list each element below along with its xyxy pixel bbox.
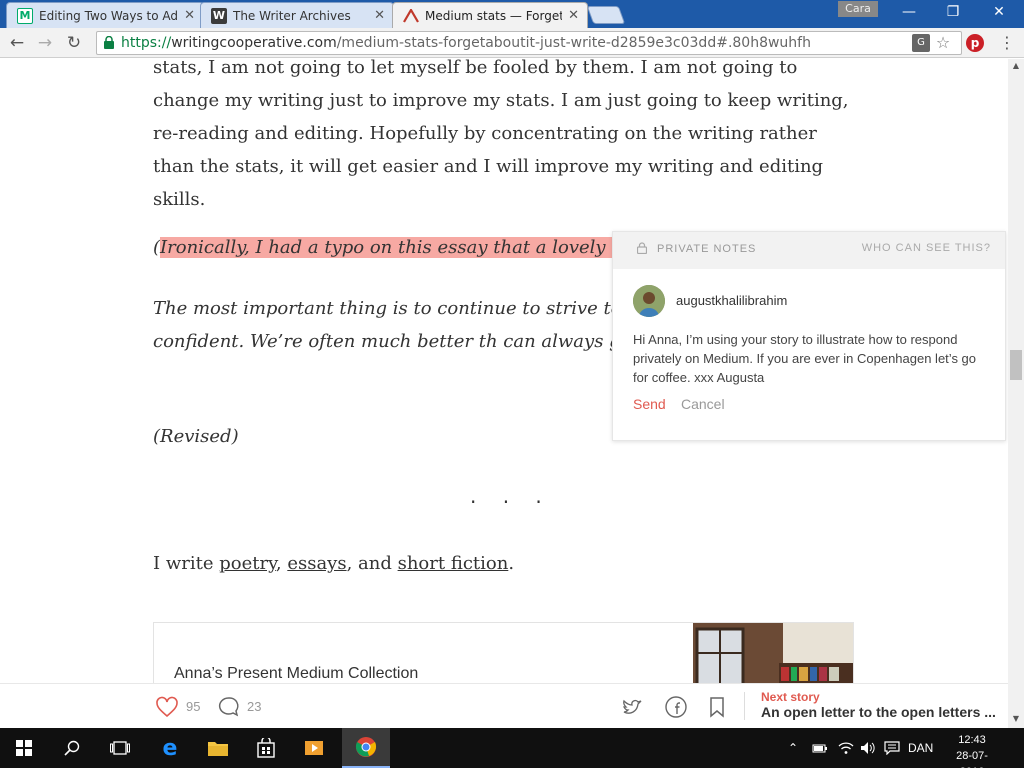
article-action-bar: 95 23 Next story An open letter to the o… xyxy=(0,683,1008,728)
footer-sep: . xyxy=(508,553,515,574)
cancel-button[interactable]: Cancel xyxy=(681,396,725,412)
system-clock[interactable]: 12:43 28-07-2016 xyxy=(944,732,1000,780)
footer-sep: , xyxy=(275,553,288,574)
note-message-input[interactable]: Hi Anna, I’m using your story to illustr… xyxy=(633,330,993,387)
scroll-up-icon[interactable]: ▲ xyxy=(1010,61,1022,70)
lock-icon xyxy=(637,242,647,254)
response-bubble-icon[interactable] xyxy=(217,695,241,719)
tab-title: Editing Two Ways to Addi xyxy=(39,8,179,23)
new-tab-button[interactable] xyxy=(586,6,626,24)
paren-open: ( xyxy=(153,237,161,258)
wifi-icon[interactable] xyxy=(838,728,854,768)
action-divider xyxy=(744,692,745,720)
store-icon[interactable] xyxy=(242,728,290,768)
likes-count: 95 xyxy=(186,699,201,714)
who-can-see-link[interactable]: WHO CAN SEE THIS? xyxy=(862,242,991,254)
bookmark-icon[interactable] xyxy=(705,695,729,719)
volume-icon[interactable] xyxy=(860,728,876,768)
private-notes-popover: PRIVATE NOTES WHO CAN SEE THIS? augustkh… xyxy=(612,231,1006,441)
writing-cooperative-icon xyxy=(403,8,419,24)
private-notes-header: PRIVATE NOTES WHO CAN SEE THIS? xyxy=(613,232,1005,269)
tab-close-icon[interactable]: ✕ xyxy=(568,8,579,23)
url-host: writingcooperative.com xyxy=(171,35,337,51)
footer-sep: , and xyxy=(346,553,398,574)
windows-start-icon[interactable] xyxy=(0,728,48,768)
clock-date: 28-07-2016 xyxy=(956,750,988,778)
media-player-icon[interactable] xyxy=(290,728,338,768)
browser-toolbar: ← → ↻ https://writingcooperative.com/med… xyxy=(0,28,1024,58)
pinterest-icon[interactable]: p xyxy=(966,34,984,52)
writer-archives-icon: W xyxy=(211,7,227,24)
paragraph-stats: stats, I am not going to let myself be f… xyxy=(153,59,849,210)
clock-time: 12:43 xyxy=(958,734,986,746)
url-scheme: https:// xyxy=(121,35,172,51)
translate-icon[interactable]: G xyxy=(912,34,930,52)
minimize-icon[interactable]: — xyxy=(886,0,932,24)
facebook-icon[interactable] xyxy=(664,695,688,719)
restore-icon[interactable]: ❐ xyxy=(930,0,976,24)
task-view-icon[interactable] xyxy=(96,728,144,768)
responses-count: 23 xyxy=(247,699,262,714)
profile-button[interactable]: Cara xyxy=(838,1,878,17)
show-hidden-icons-icon[interactable]: ⌃ xyxy=(788,728,798,768)
edge-browser-icon[interactable]: e xyxy=(146,728,194,768)
tab-medium-stats[interactable]: Medium stats — Forgetab ✕ xyxy=(392,2,588,28)
heart-icon[interactable] xyxy=(155,695,179,719)
next-story-title[interactable]: An open letter to the open letters ... xyxy=(761,704,1001,720)
tab-editing[interactable]: M Editing Two Ways to Addi ✕ xyxy=(6,2,204,28)
tab-title: Medium stats — Forgetab xyxy=(425,8,562,23)
bookmark-star-icon[interactable]: ☆ xyxy=(934,34,952,52)
reload-icon[interactable]: ↻ xyxy=(63,32,85,54)
action-center-icon[interactable] xyxy=(884,728,900,768)
url-path: /medium-stats-forgetaboutit-just-write-d… xyxy=(336,35,811,51)
tab-close-icon[interactable]: ✕ xyxy=(374,8,385,23)
poetry-link[interactable]: poetry xyxy=(219,553,276,574)
battery-icon[interactable] xyxy=(812,728,828,768)
avatar xyxy=(633,285,665,317)
article-body: stats, I am not going to let myself be f… xyxy=(0,59,1008,683)
highlighted-text[interactable]: Ironically, I had a typo on this essay t… xyxy=(160,237,643,258)
tab-title: The Writer Archives xyxy=(233,8,351,23)
author-footer: I write poetry, essays, and short fictio… xyxy=(153,547,514,580)
windows-taskbar: e ⌃ DAN 12:43 28-07-2016 xyxy=(0,728,1024,778)
page-scrollbar[interactable] xyxy=(1008,59,1024,728)
chrome-icon[interactable] xyxy=(342,728,390,768)
tab-close-icon[interactable]: ✕ xyxy=(184,8,195,23)
collection-image xyxy=(693,623,853,683)
private-notes-title: PRIVATE NOTES xyxy=(657,243,757,255)
send-button[interactable]: Send xyxy=(633,396,666,412)
twitter-icon[interactable] xyxy=(621,695,645,719)
browser-tabstrip: M Editing Two Ways to Addi ✕ W The Write… xyxy=(0,0,1024,28)
note-username[interactable]: augustkhalilibrahim xyxy=(676,293,787,308)
medium-green-icon: M xyxy=(17,7,33,24)
file-explorer-icon[interactable] xyxy=(194,728,242,768)
address-bar[interactable]: https://writingcooperative.com/medium-st… xyxy=(96,31,962,55)
section-separator: . . . xyxy=(470,484,552,508)
next-story-label[interactable]: Next story xyxy=(761,690,820,704)
short-fiction-link[interactable]: short fiction xyxy=(398,553,509,574)
close-window-icon[interactable]: ✕ xyxy=(976,0,1022,24)
language-indicator[interactable]: DAN xyxy=(908,728,933,768)
forward-icon[interactable]: → xyxy=(34,32,56,54)
scroll-down-icon[interactable]: ▼ xyxy=(1010,714,1022,723)
essays-link[interactable]: essays xyxy=(287,553,346,574)
footer-text: I write xyxy=(153,553,220,574)
paragraph-revised: (Revised) xyxy=(153,426,239,447)
collection-card[interactable]: Anna’s Present Medium Collection xyxy=(153,622,854,683)
search-icon[interactable] xyxy=(48,728,96,768)
tab-writer-archives[interactable]: W The Writer Archives ✕ xyxy=(200,2,394,28)
collection-title: Anna’s Present Medium Collection xyxy=(174,665,419,682)
secure-lock-icon xyxy=(104,36,114,49)
back-icon[interactable]: ← xyxy=(6,32,28,54)
scrollbar-thumb[interactable] xyxy=(1010,350,1022,380)
menu-icon[interactable]: ⋮ xyxy=(998,34,1016,52)
